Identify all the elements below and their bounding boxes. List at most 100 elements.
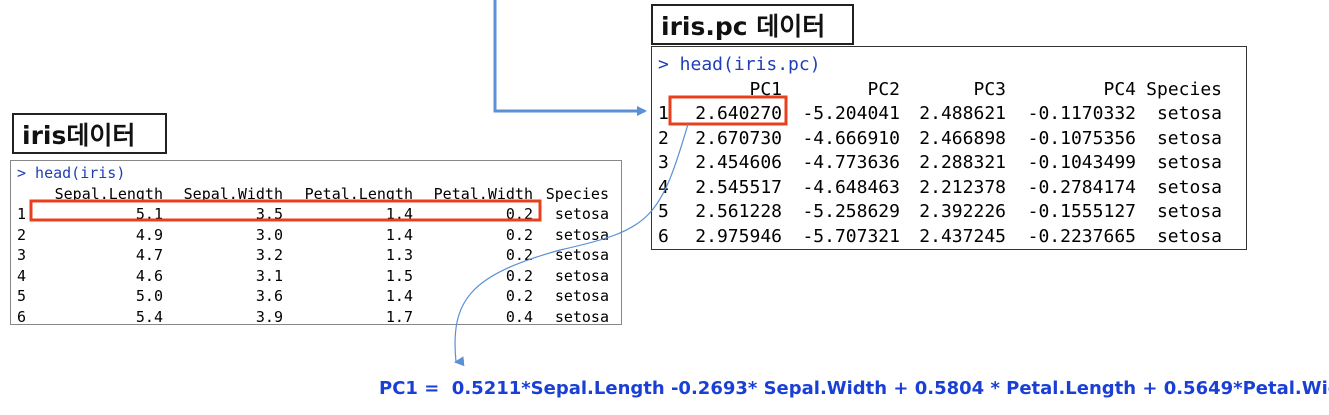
header-cell: Species [545,184,609,203]
table-cell: 2.288321 [919,152,1006,173]
table-cell: 6 [658,225,669,247]
header-cell: Sepal.Length [54,184,163,203]
table-cell: setosa [554,287,609,305]
table-cell: -5.707321 [802,225,900,247]
table-cell: 1.4 [385,225,413,244]
table-cell: 4.6 [135,266,163,285]
table-cell: -5.258629 [802,201,900,222]
table-cell: 3 [17,246,27,264]
table-row: 2 4.9 3.0 1.4 0.2 setosa [17,225,621,246]
table-cell: 5.4 [135,307,163,326]
table-cell: 3.6 [255,287,283,305]
table-cell: 0.2 [505,205,533,223]
table-cell: setosa [554,246,609,264]
table-cell: setosa [554,307,609,326]
iris-pc-label-text: iris.pc 데이터 [661,11,826,41]
table-row: 3 2.454606 -4.773636 2.288321 -0.1043499 seto… [658,151,1246,176]
table-cell: -0.1555127 [1027,201,1136,222]
table-cell: setosa [1156,152,1222,173]
table-row: 4 4.6 3.1 1.5 0.2 setosa [17,266,621,287]
table-cell: setosa [554,225,609,244]
header-cell: Species [1146,78,1222,100]
table-cell: 4.9 [135,225,163,244]
table-row: 5 5.0 3.6 1.4 0.2 setosa [17,286,621,307]
flow-arrow [493,0,647,116]
table-cell: 1.5 [385,266,413,285]
table-row: 1 2.640270 -5.204041 2.488621 -0.1170332 seto… [658,102,1246,127]
table-cell: setosa [1156,176,1222,198]
table-cell: setosa [554,266,609,285]
header-cell: Sepal.Width [183,184,283,203]
table-cell: setosa [1156,201,1222,222]
table-cell: 3.9 [255,307,283,326]
table-row: 6 5.4 3.9 1.7 0.4 setosa [17,307,621,328]
table-cell: 3.1 [255,266,283,285]
table-cell: 1.4 [385,205,413,223]
iris-pc-command: > head(iris.pc) [658,54,821,75]
table-cell: 3.5 [255,205,283,223]
table-cell: 1.4 [385,287,413,305]
iris-command: > head(iris) [17,164,126,182]
table-cell: 5 [17,287,27,305]
table-cell: 2.212378 [919,176,1006,198]
table-cell: -0.1043499 [1027,152,1136,173]
table-cell: 2.975946 [695,225,782,247]
iris-pc-label: iris.pc 데이터 [651,4,854,45]
header-cell: Petal.Length [304,184,413,203]
table-cell: 2.488621 [919,103,1006,124]
table-cell: -4.666910 [802,127,900,149]
iris-console: > head(iris) Sepal.Length Sepal.Width Peta… [10,160,622,328]
table-row: 2 2.670730 -4.666910 2.466898 -0.1075356 seto… [658,127,1246,152]
table-cell: 2.392226 [919,201,1006,222]
table-cell: 2.466898 [919,127,1006,149]
header-cell: PC4 [1103,78,1136,100]
table-cell: 0.4 [505,307,533,326]
table-cell: -0.2784174 [1027,176,1136,198]
table-cell: 2.561228 [695,201,782,222]
table-cell: 5 [658,201,669,222]
table-cell: 2 [658,127,669,149]
table-cell: 0.2 [505,287,533,305]
table-row: 5 2.561228 -5.258629 2.392226 -0.1555127 seto… [658,200,1246,225]
header-cell: PC1 [749,78,782,100]
table-cell: setosa [554,205,609,223]
table-cell: 1 [17,205,27,223]
table-cell: 2.437245 [919,225,1006,247]
table-cell: 5.0 [135,287,163,305]
iris-label: iris데이터 [12,113,167,154]
table-cell: setosa [1156,225,1222,247]
iris-pc-console: > head(iris.pc) PC1 PC2 PC3 PC4 Species 1 2.6… [651,46,1247,250]
table-cell: setosa [1156,127,1222,149]
table-cell: -4.648463 [802,176,900,198]
header-cell: PC3 [973,78,1006,100]
pc1-formula: PC1 = 0.5211*Sepal.Length -0.2693* Sepal… [379,378,1329,399]
table-cell: 4 [658,176,669,198]
table-cell: 2.545517 [695,176,782,198]
table-cell: 0.2 [505,246,533,264]
table-cell: 6 [17,307,27,326]
iris-label-text: iris데이터 [22,120,136,150]
table-cell: 3 [658,152,669,173]
iris-header-row: Sepal.Length Sepal.Width Petal.Length Petal… [17,184,621,205]
table-cell: 2.670730 [695,127,782,149]
table-cell: setosa [1156,103,1222,124]
table-cell: -5.204041 [802,103,900,124]
table-cell: 3.2 [255,246,283,264]
table-row: 4 2.545517 -4.648463 2.212378 -0.2784174 seto… [658,176,1246,201]
table-cell: 1.7 [385,307,413,326]
table-cell: 0.2 [505,225,533,244]
table-row: 3 4.7 3.2 1.3 0.2 setosa [17,245,621,266]
table-cell: 4 [17,266,27,285]
table-cell: -0.2237665 [1027,225,1136,247]
table-row: 1 5.1 3.5 1.4 0.2 setosa [17,204,621,225]
table-cell: -4.773636 [802,152,900,173]
table-cell: 1 [658,103,669,124]
table-cell: -0.1170332 [1027,103,1136,124]
table-cell: -0.1075356 [1027,127,1136,149]
table-cell: 2.640270 [695,103,782,124]
table-cell: 5.1 [135,205,163,223]
table-cell: 2 [17,225,27,244]
table-cell: 1.3 [385,246,413,264]
iris-pc-rows: 1 2.640270 -5.204041 2.488621 -0.1170332 seto… [658,102,1246,249]
table-row: 6 2.975946 -5.707321 2.437245 -0.2237665 seto… [658,225,1246,250]
